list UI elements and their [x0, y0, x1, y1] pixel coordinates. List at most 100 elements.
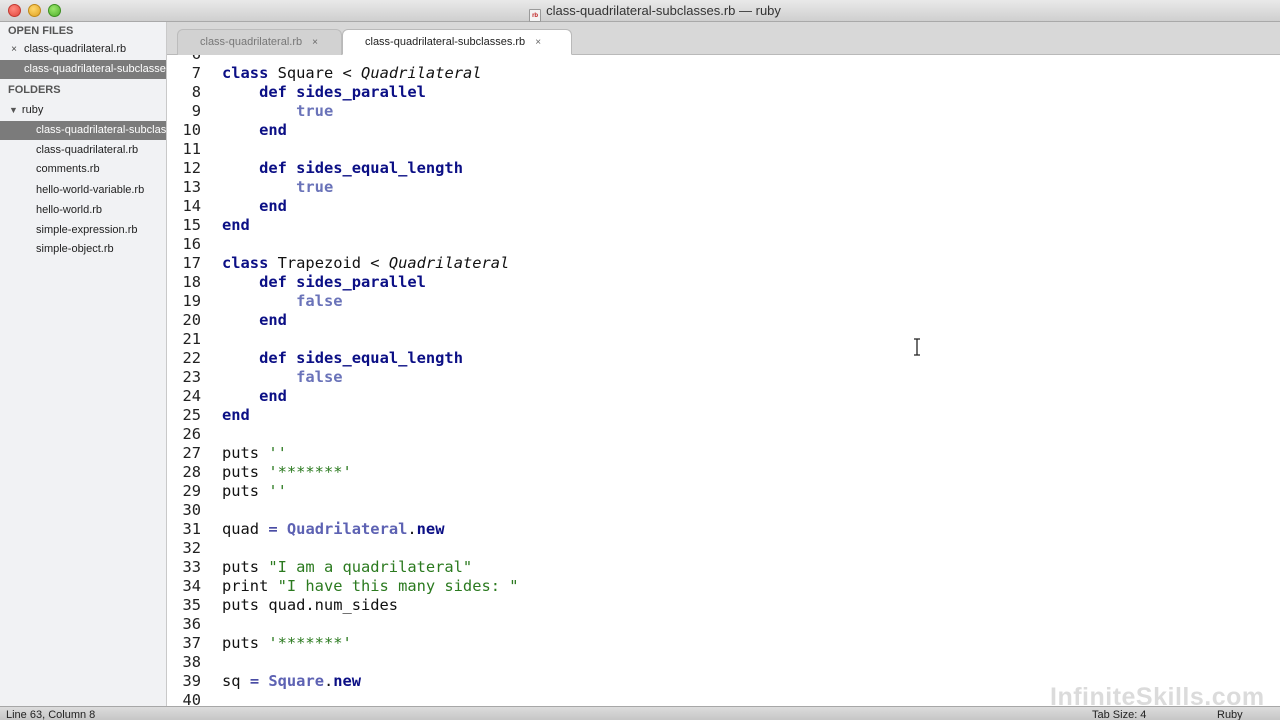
window-title: rb class-quadrilateral-subclasses.rb — ru…	[0, 3, 1280, 22]
folders-heading: FOLDERS	[8, 84, 61, 96]
code-text[interactable]: class Trapezoid < Quadrilateral	[222, 254, 509, 273]
code-line[interactable]: 30	[167, 501, 1280, 520]
code-text[interactable]: puts '*******'	[222, 463, 352, 482]
code-line[interactable]: 28 puts '*******'	[167, 463, 1280, 482]
code-line[interactable]: 32	[167, 539, 1280, 558]
line-number: 37	[182, 634, 201, 652]
code-text[interactable]: sq = Square.new	[222, 672, 361, 691]
code-text[interactable]: quad = Quadrilateral.new	[222, 520, 444, 539]
folder-file-item[interactable]: hello-world-variable.rb	[0, 181, 166, 200]
code-line[interactable]: 13 true	[167, 178, 1280, 197]
line-number: 11	[182, 140, 201, 158]
code-line[interactable]: 17 class Trapezoid < Quadrilateral	[167, 254, 1280, 273]
code-text[interactable]: puts ''	[222, 482, 287, 501]
code-text[interactable]: puts quad.num_sides	[222, 596, 398, 615]
code-text[interactable]: end	[222, 406, 250, 425]
folder-file-label: simple-object.rb	[36, 243, 114, 255]
ruby-file-icon: rb	[529, 9, 542, 22]
code-line[interactable]: 10 end	[167, 121, 1280, 140]
code-text[interactable]: def sides_parallel	[222, 273, 426, 292]
open-file-item-selected[interactable]: class-quadrilateral-subclasses.rb	[0, 60, 166, 79]
code-line[interactable]: 38	[167, 653, 1280, 672]
code-line[interactable]: 14 end	[167, 197, 1280, 216]
folder-label: ruby	[21, 104, 44, 116]
folder-file-item[interactable]: class-quadrilateral.rb	[0, 141, 166, 160]
code-text[interactable]: true	[222, 102, 333, 121]
line-number: 40	[182, 691, 201, 706]
tab-class-quadrilateral[interactable]: class-quadrilateral.rb ×	[177, 29, 342, 55]
code-line[interactable]: 22 def sides_equal_length	[167, 349, 1280, 368]
code-line[interactable]: 9 true	[167, 102, 1280, 121]
code-line[interactable]: 20 end	[167, 311, 1280, 330]
folder-file-item[interactable]: hello-world.rb	[0, 201, 166, 220]
code-text[interactable]: end	[222, 216, 250, 235]
code-text[interactable]: def sides_equal_length	[222, 349, 463, 368]
tab-class-quadrilateral-subclasses[interactable]: class-quadrilateral-subclasses.rb ×	[342, 29, 572, 55]
folder-file-item[interactable]: simple-expression.rb	[0, 221, 166, 240]
open-file-item[interactable]: × class-quadrilateral.rb	[0, 40, 166, 59]
folder-file-item[interactable]: comments.rb	[0, 160, 166, 179]
line-number: 33	[182, 558, 201, 576]
code-text[interactable]: puts "I am a quadrilateral"	[222, 558, 472, 577]
folder-ruby[interactable]: ▼ ruby	[0, 101, 166, 120]
code-text[interactable]: end	[222, 311, 287, 330]
code-text[interactable]: end	[222, 387, 287, 406]
code-line[interactable]: 31 quad = Quadrilateral.new	[167, 520, 1280, 539]
folder-file-item[interactable]: simple-object.rb	[0, 240, 166, 259]
code-line[interactable]: 35 puts quad.num_sides	[167, 596, 1280, 615]
code-text[interactable]: end	[222, 121, 287, 140]
code-line[interactable]: 26	[167, 425, 1280, 444]
line-number: 23	[182, 368, 201, 386]
disclosure-triangle-icon[interactable]: ▼	[9, 101, 18, 120]
tab-close-icon[interactable]: ×	[535, 37, 541, 48]
line-number: 31	[182, 520, 201, 538]
line-number: 8	[191, 83, 201, 101]
code-line[interactable]: 29 puts ''	[167, 482, 1280, 501]
code-line[interactable]: 7 class Square < Quadrilateral	[167, 64, 1280, 83]
code-line[interactable]: 24 end	[167, 387, 1280, 406]
code-line[interactable]: 33 puts "I am a quadrilateral"	[167, 558, 1280, 577]
code-line[interactable]: 25 end	[167, 406, 1280, 425]
code-line[interactable]: 37 puts '*******'	[167, 634, 1280, 653]
folder-file-label: class-quadrilateral-subclasses.rb	[36, 124, 167, 136]
code-line[interactable]: 15 end	[167, 216, 1280, 235]
tab-label: class-quadrilateral.rb	[200, 36, 303, 48]
code-line[interactable]: 16	[167, 235, 1280, 254]
code-text[interactable]: false	[222, 292, 342, 311]
code-line[interactable]: 11	[167, 140, 1280, 159]
code-text[interactable]: puts '*******'	[222, 634, 352, 653]
code-text[interactable]: false	[222, 368, 342, 387]
code-line[interactable]: 18 def sides_parallel	[167, 273, 1280, 292]
code-text[interactable]: puts ''	[222, 444, 287, 463]
line-number: 36	[182, 615, 201, 633]
tab-close-icon[interactable]: ×	[312, 37, 318, 48]
code-text[interactable]: class Square < Quadrilateral	[222, 64, 482, 83]
line-number: 20	[182, 311, 201, 329]
line-number: 14	[182, 197, 201, 215]
code-text[interactable]: def sides_parallel	[222, 83, 426, 102]
code-line[interactable]: 27 puts ''	[167, 444, 1280, 463]
code-line[interactable]: 12 def sides_equal_length	[167, 159, 1280, 178]
code-line[interactable]: 8 def sides_parallel	[167, 83, 1280, 102]
code-line[interactable]: 34 print "I have this many sides: "	[167, 577, 1280, 596]
folder-file-item-selected[interactable]: class-quadrilateral-subclasses.rb	[0, 121, 167, 140]
code-line[interactable]: 21	[167, 330, 1280, 349]
close-file-icon[interactable]: ×	[7, 40, 21, 59]
code-text[interactable]: def sides_equal_length	[222, 159, 463, 178]
line-number: 27	[182, 444, 201, 462]
title-bar: rb class-quadrilateral-subclasses.rb — ru…	[0, 0, 1280, 22]
line-number: 19	[182, 292, 201, 310]
line-number: 15	[182, 216, 201, 234]
line-number: 32	[182, 539, 201, 557]
line-number: 39	[182, 672, 201, 690]
code-line[interactable]: 23 false	[167, 368, 1280, 387]
code-line[interactable]: 19 false	[167, 292, 1280, 311]
code-text[interactable]: true	[222, 178, 333, 197]
folder-file-label: hello-world.rb	[36, 204, 103, 216]
code-line[interactable]: 36	[167, 615, 1280, 634]
code-editor[interactable]: 67class Square < Quadrilateral8 def side…	[167, 55, 1280, 706]
code-text[interactable]: print "I have this many sides: "	[222, 577, 519, 596]
code-text[interactable]: end	[222, 197, 287, 216]
folder-file-label: class-quadrilateral.rb	[36, 144, 139, 156]
code-line[interactable]: 6	[167, 55, 1280, 64]
